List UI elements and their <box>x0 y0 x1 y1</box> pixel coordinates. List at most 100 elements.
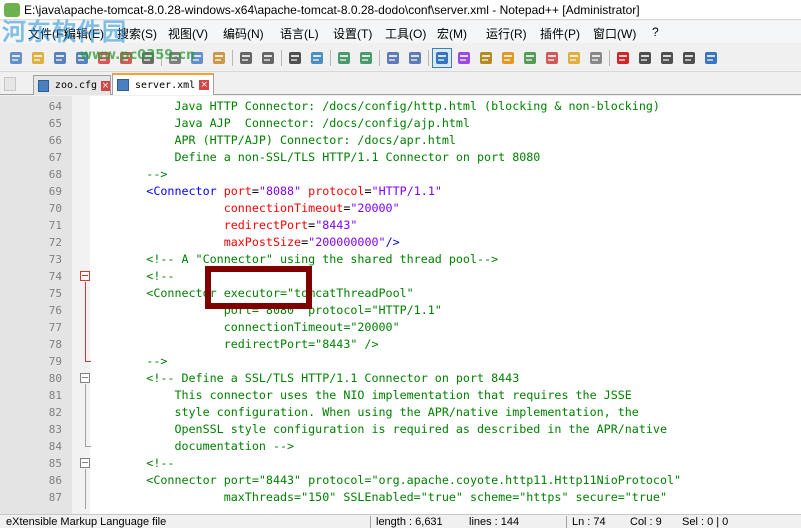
menu-item[interactable]: 工具(O) <box>385 25 426 42</box>
fold-toggle-icon[interactable] <box>80 271 90 281</box>
code-line[interactable]: Java AJP Connector: /docs/config/ajp.htm… <box>90 115 470 132</box>
line-number: 86 <box>48 474 62 487</box>
code-token: "8443" <box>315 218 358 232</box>
menu-item[interactable]: ? <box>652 25 659 39</box>
code-line[interactable]: <Connector port="8443" protocol="org.apa… <box>90 472 681 489</box>
zoom-out-icon[interactable] <box>356 48 376 68</box>
stop-macro-icon[interactable] <box>635 48 655 68</box>
language-icon[interactable] <box>498 48 518 68</box>
menu-item[interactable]: 插件(P) <box>540 25 580 42</box>
folder-workspace-icon[interactable] <box>564 48 584 68</box>
record-macro-icon[interactable] <box>613 48 633 68</box>
code-line[interactable]: --> <box>90 166 167 183</box>
fold-toggle-icon[interactable] <box>80 373 90 383</box>
code-line[interactable]: <!-- <box>90 268 174 285</box>
code-text-area[interactable]: Java HTTP Connector: /docs/config/http.h… <box>90 96 801 514</box>
fold-margin[interactable] <box>72 96 90 514</box>
show-all-chars-icon[interactable] <box>454 48 474 68</box>
find-icon[interactable] <box>285 48 305 68</box>
code-token: "HTTP/1.1" <box>371 184 442 198</box>
indent-guide-icon[interactable] <box>476 48 496 68</box>
sync-vertical-icon[interactable] <box>383 48 403 68</box>
code-token: Java AJP Connector: /docs/config/ajp.htm… <box>90 116 470 130</box>
save-all-icon[interactable] <box>72 48 92 68</box>
code-line[interactable]: Java HTTP Connector: /docs/config/http.h… <box>90 98 660 115</box>
line-number: 82 <box>48 406 62 419</box>
open-file-icon[interactable] <box>28 48 48 68</box>
code-token: <!-- A "Connector" using the shared thre… <box>90 252 499 266</box>
tab-scroll-button[interactable] <box>4 77 16 91</box>
code-line[interactable]: <Connector executor="tomcatThreadPool" <box>90 285 413 302</box>
line-number: 84 <box>48 440 62 453</box>
monitor-icon[interactable] <box>586 48 606 68</box>
code-line[interactable]: maxPostSize="200000000"/> <box>90 234 400 251</box>
tab-server-xml[interactable]: server.xml × <box>112 73 214 95</box>
code-token: documentation --> <box>90 439 295 453</box>
code-line[interactable]: Define a non-SSL/TLS HTTP/1.1 Connector … <box>90 149 540 166</box>
line-number: 81 <box>48 389 62 402</box>
menu-item[interactable]: 窗口(W) <box>593 25 636 42</box>
new-file-icon[interactable] <box>6 48 26 68</box>
code-token: style configuration. When using the APR/… <box>90 405 639 419</box>
close-icon[interactable] <box>94 48 114 68</box>
line-number: 66 <box>48 134 62 147</box>
editor[interactable]: 64 65 66 67 68 69 70 71 72 73 74 75 76 77 78 79 80 81 82 83… <box>0 96 801 514</box>
function-list-icon[interactable] <box>542 48 562 68</box>
code-line[interactable]: connectionTimeout="20000" <box>90 319 400 336</box>
line-number: 73 <box>48 253 62 266</box>
code-token: = <box>364 184 372 198</box>
doc-map-icon[interactable] <box>520 48 540 68</box>
sync-horizontal-icon[interactable] <box>405 48 425 68</box>
copy-icon[interactable] <box>187 48 207 68</box>
code-line[interactable]: redirectPort="8443" <box>90 217 358 234</box>
print-icon[interactable] <box>138 48 158 68</box>
code-line[interactable]: maxThreads="150" SSLEnabled="true" schem… <box>90 489 667 506</box>
code-line[interactable]: <!-- <box>90 455 174 472</box>
code-line[interactable]: documentation --> <box>90 438 294 455</box>
code-line[interactable]: APR (HTTP/AJP) Connector: /docs/apr.html <box>90 132 455 149</box>
undo-icon[interactable] <box>236 48 256 68</box>
code-line[interactable]: port="8080" protocol="HTTP/1.1" <box>90 302 442 319</box>
code-line[interactable]: <Connector port="8088" protocol="HTTP/1.… <box>90 183 442 200</box>
word-wrap-icon[interactable] <box>432 48 452 68</box>
run-macro-multiple-icon[interactable] <box>679 48 699 68</box>
save-macro-icon[interactable] <box>701 48 721 68</box>
menu-item[interactable]: 设置(T) <box>333 25 372 42</box>
cut-icon[interactable] <box>165 48 185 68</box>
code-line[interactable]: <!-- Define a SSL/TLS HTTP/1.1 Connector… <box>90 370 519 387</box>
code-line[interactable]: <!-- A "Connector" using the shared thre… <box>90 251 498 268</box>
code-line[interactable]: This connector uses the NIO implementati… <box>90 387 631 404</box>
fold-end-marker <box>85 361 91 362</box>
tab-zoo-cfg[interactable]: zoo.cfg × <box>33 75 111 95</box>
toolbar-separator <box>232 50 233 66</box>
menu-item[interactable]: 文件(F) <box>28 25 67 42</box>
close-tab-icon[interactable]: × <box>199 80 210 90</box>
status-ln: Ln : 74 <box>572 516 606 528</box>
zoom-in-icon[interactable] <box>334 48 354 68</box>
menu-item[interactable]: 语言(L) <box>280 25 319 42</box>
code-line[interactable]: OpenSSL style configuration is required … <box>90 421 667 438</box>
close-tab-icon[interactable]: × <box>101 80 110 91</box>
menu-item[interactable]: 编辑(E) <box>64 25 104 42</box>
line-number: 69 <box>48 185 62 198</box>
menu-item[interactable]: 运行(R) <box>486 25 527 42</box>
menu-item[interactable]: 搜索(S) <box>117 25 157 42</box>
close-all-icon[interactable] <box>116 48 136 68</box>
play-macro-icon[interactable] <box>657 48 677 68</box>
code-token: redirectPort="8443" /> <box>90 337 379 351</box>
save-icon[interactable] <box>50 48 70 68</box>
menu-item[interactable]: 宏(M) <box>437 25 467 42</box>
replace-icon[interactable] <box>307 48 327 68</box>
paste-icon[interactable] <box>209 48 229 68</box>
code-line[interactable]: redirectPort="8443" /> <box>90 336 379 353</box>
code-line[interactable]: connectionTimeout="20000" <box>90 200 400 217</box>
line-number: 74 <box>48 270 62 283</box>
redo-icon[interactable] <box>258 48 278 68</box>
code-line[interactable]: style configuration. When using the APR/… <box>90 404 639 421</box>
fold-toggle-icon[interactable] <box>80 458 90 468</box>
status-divider <box>370 516 371 528</box>
menu-item[interactable]: 视图(V) <box>168 25 208 42</box>
code-line[interactable]: --> <box>90 353 167 370</box>
code-token: maxPostSize <box>90 235 302 249</box>
menu-item[interactable]: 编码(N) <box>223 25 264 42</box>
